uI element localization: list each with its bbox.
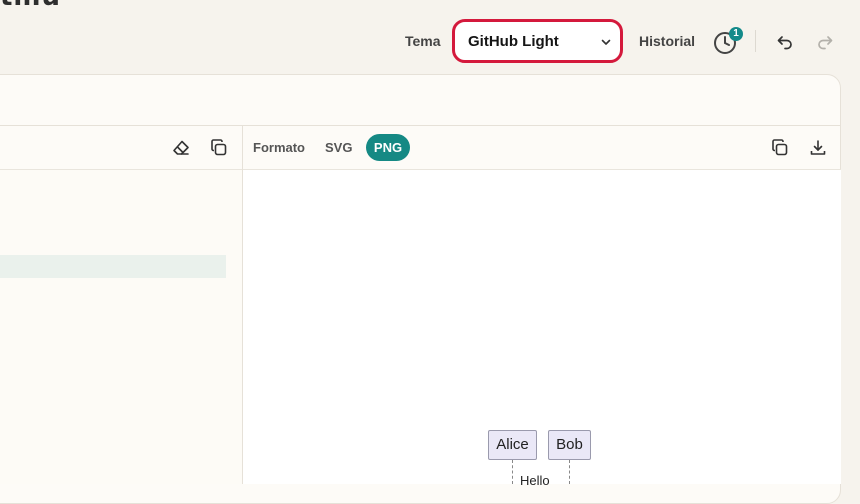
actor-bob: Bob	[548, 430, 591, 460]
active-line-highlight	[0, 255, 226, 278]
toolbar-separator	[755, 30, 756, 52]
diagram-preview	[243, 170, 841, 484]
topbar: Tema GitHub Light Historial 1	[0, 0, 860, 80]
theme-label: Tema	[405, 33, 441, 49]
download-icon[interactable]	[808, 138, 828, 158]
pane-divider[interactable]	[242, 126, 243, 484]
actor-alice: Alice	[488, 430, 537, 460]
eraser-icon[interactable]	[171, 138, 191, 158]
copy-code-icon[interactable]	[209, 138, 229, 158]
lifeline-alice	[512, 460, 513, 484]
code-editor[interactable]	[0, 170, 242, 484]
copy-image-icon[interactable]	[770, 138, 790, 158]
message-label: Hello	[520, 473, 550, 488]
card-header-divider	[0, 125, 841, 126]
theme-select-value: GitHub Light	[468, 33, 559, 50]
lifeline-bob	[569, 460, 570, 484]
format-png-option[interactable]: PNG	[366, 134, 410, 161]
format-svg-option[interactable]: SVG	[325, 140, 352, 155]
redo-icon[interactable]	[815, 32, 835, 52]
theme-select[interactable]: GitHub Light	[452, 19, 623, 63]
undo-icon[interactable]	[775, 32, 795, 52]
history-count-badge: 1	[729, 27, 743, 41]
toolbar-divider	[0, 169, 841, 170]
chevron-down-icon	[601, 39, 611, 45]
format-label: Formato	[253, 140, 305, 155]
history-label[interactable]: Historial	[639, 33, 695, 49]
